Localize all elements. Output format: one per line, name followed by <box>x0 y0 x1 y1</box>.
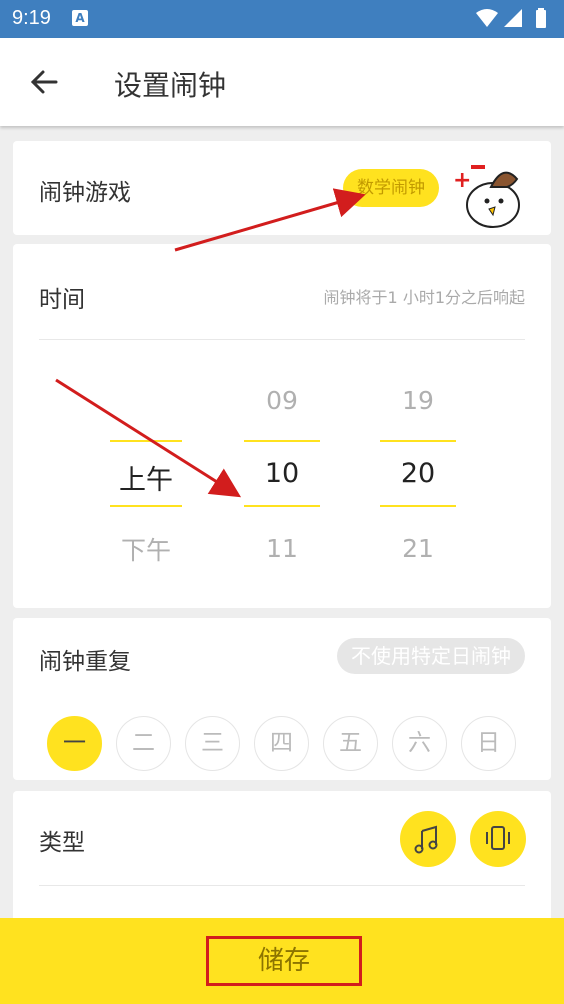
back-arrow-icon[interactable] <box>26 64 62 100</box>
hour-prev[interactable]: 09 <box>242 386 322 415</box>
time-label: 时间 <box>39 287 85 313</box>
app-bar: 设置闹钟 <box>0 38 564 126</box>
divider <box>39 885 525 886</box>
alarm-game-label: 闹钟游戏 <box>39 180 131 206</box>
day-sat[interactable]: 六 <box>392 716 447 771</box>
hour-selected[interactable]: 10 <box>242 458 322 489</box>
math-alarm-badge[interactable]: 数学闹钟 <box>343 169 439 207</box>
day-fri[interactable]: 五 <box>323 716 378 771</box>
selection-line <box>110 505 182 507</box>
minute-selected[interactable]: 20 <box>378 458 458 489</box>
day-mon[interactable]: 一 <box>47 716 102 771</box>
minute-next[interactable]: 21 <box>378 534 458 563</box>
save-bar: 储存 <box>0 918 564 1004</box>
day-sun[interactable]: 日 <box>461 716 516 771</box>
alarm-game-card[interactable]: 闹钟游戏 数学闹钟 + <box>13 141 551 235</box>
hour-next[interactable]: 11 <box>242 534 322 563</box>
page-title: 设置闹钟 <box>114 69 227 102</box>
vibrate-phone-icon <box>486 826 510 850</box>
status-icons <box>476 8 546 28</box>
ampm-next[interactable]: 下午 <box>106 531 186 567</box>
selection-line <box>380 505 456 507</box>
alarm-repeat-card: 闹钟重复 不使用特定日闹钟 一 二 三 四 五 六 日 <box>13 618 551 780</box>
ampm-selected[interactable]: 上午 <box>106 458 186 497</box>
time-card: 时间 闹钟将于1 小时1分之后响起 上午 下午 09 10 11 19 20 2… <box>13 244 551 608</box>
music-note-icon <box>414 825 438 854</box>
ampm-picker[interactable]: 上午 下午 <box>106 244 186 608</box>
day-tue[interactable]: 二 <box>116 716 171 771</box>
minute-prev[interactable]: 19 <box>378 386 458 415</box>
hour-picker[interactable]: 09 10 11 <box>242 244 322 608</box>
save-button[interactable]: 储存 <box>206 936 362 986</box>
no-specific-day-badge[interactable]: 不使用特定日闹钟 <box>337 638 525 674</box>
vibrate-button[interactable] <box>470 811 526 867</box>
selection-line <box>244 440 320 442</box>
minute-picker[interactable]: 19 20 21 <box>378 244 458 608</box>
status-bar: 9:19 A <box>0 0 564 38</box>
svg-text:+: + <box>453 168 471 193</box>
music-button[interactable] <box>400 811 456 867</box>
battery-icon <box>536 10 546 28</box>
wifi-icon <box>476 9 498 27</box>
signal-icon <box>504 9 522 27</box>
mascot-icon: + <box>453 165 520 228</box>
alarm-repeat-label: 闹钟重复 <box>39 649 131 675</box>
type-label: 类型 <box>39 830 85 856</box>
day-wed[interactable]: 三 <box>185 716 240 771</box>
status-time: 9:19 <box>12 7 51 29</box>
selection-line <box>244 505 320 507</box>
day-thu[interactable]: 四 <box>254 716 309 771</box>
selection-line <box>380 440 456 442</box>
selection-line <box>110 440 182 442</box>
notification-app-icon: A <box>72 10 88 26</box>
